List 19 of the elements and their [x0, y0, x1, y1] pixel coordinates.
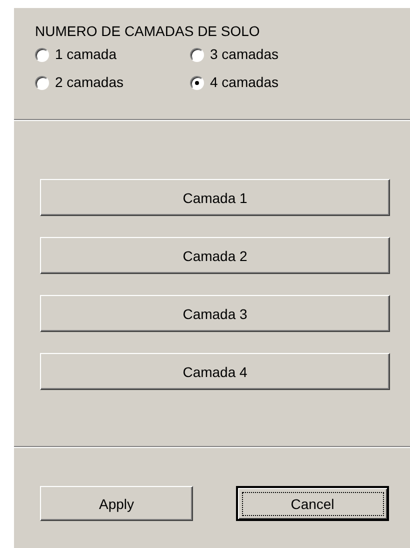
dialog-button[interactable]: Apply	[40, 486, 193, 521]
radio-label[interactable]: 3 camadas	[210, 46, 278, 63]
radio-button[interactable]	[35, 76, 49, 90]
radio-button[interactable]	[190, 76, 204, 90]
radio-button[interactable]	[35, 48, 49, 62]
radio-label[interactable]: 4 camadas	[210, 74, 278, 91]
layer-button[interactable]: Camada 1	[40, 179, 390, 216]
layer-button[interactable]: Camada 2	[40, 237, 390, 274]
radio-option[interactable]: 3 camadas	[190, 46, 350, 63]
radio-option[interactable]: 1 camada	[35, 46, 190, 63]
layer-button[interactable]: Camada 4	[40, 353, 390, 390]
radio-button[interactable]	[190, 48, 204, 62]
radio-label[interactable]: 1 camada	[55, 46, 116, 63]
group-title: NUMERO DE CAMADAS DE SOLO	[35, 23, 261, 40]
radio-label[interactable]: 2 camadas	[55, 74, 124, 91]
dialog-button[interactable]: Cancel	[236, 486, 389, 521]
radio-option[interactable]: 4 camadas	[190, 74, 350, 91]
radio-option[interactable]: 2 camadas	[35, 74, 190, 91]
layer-button[interactable]: Camada 3	[40, 295, 390, 332]
